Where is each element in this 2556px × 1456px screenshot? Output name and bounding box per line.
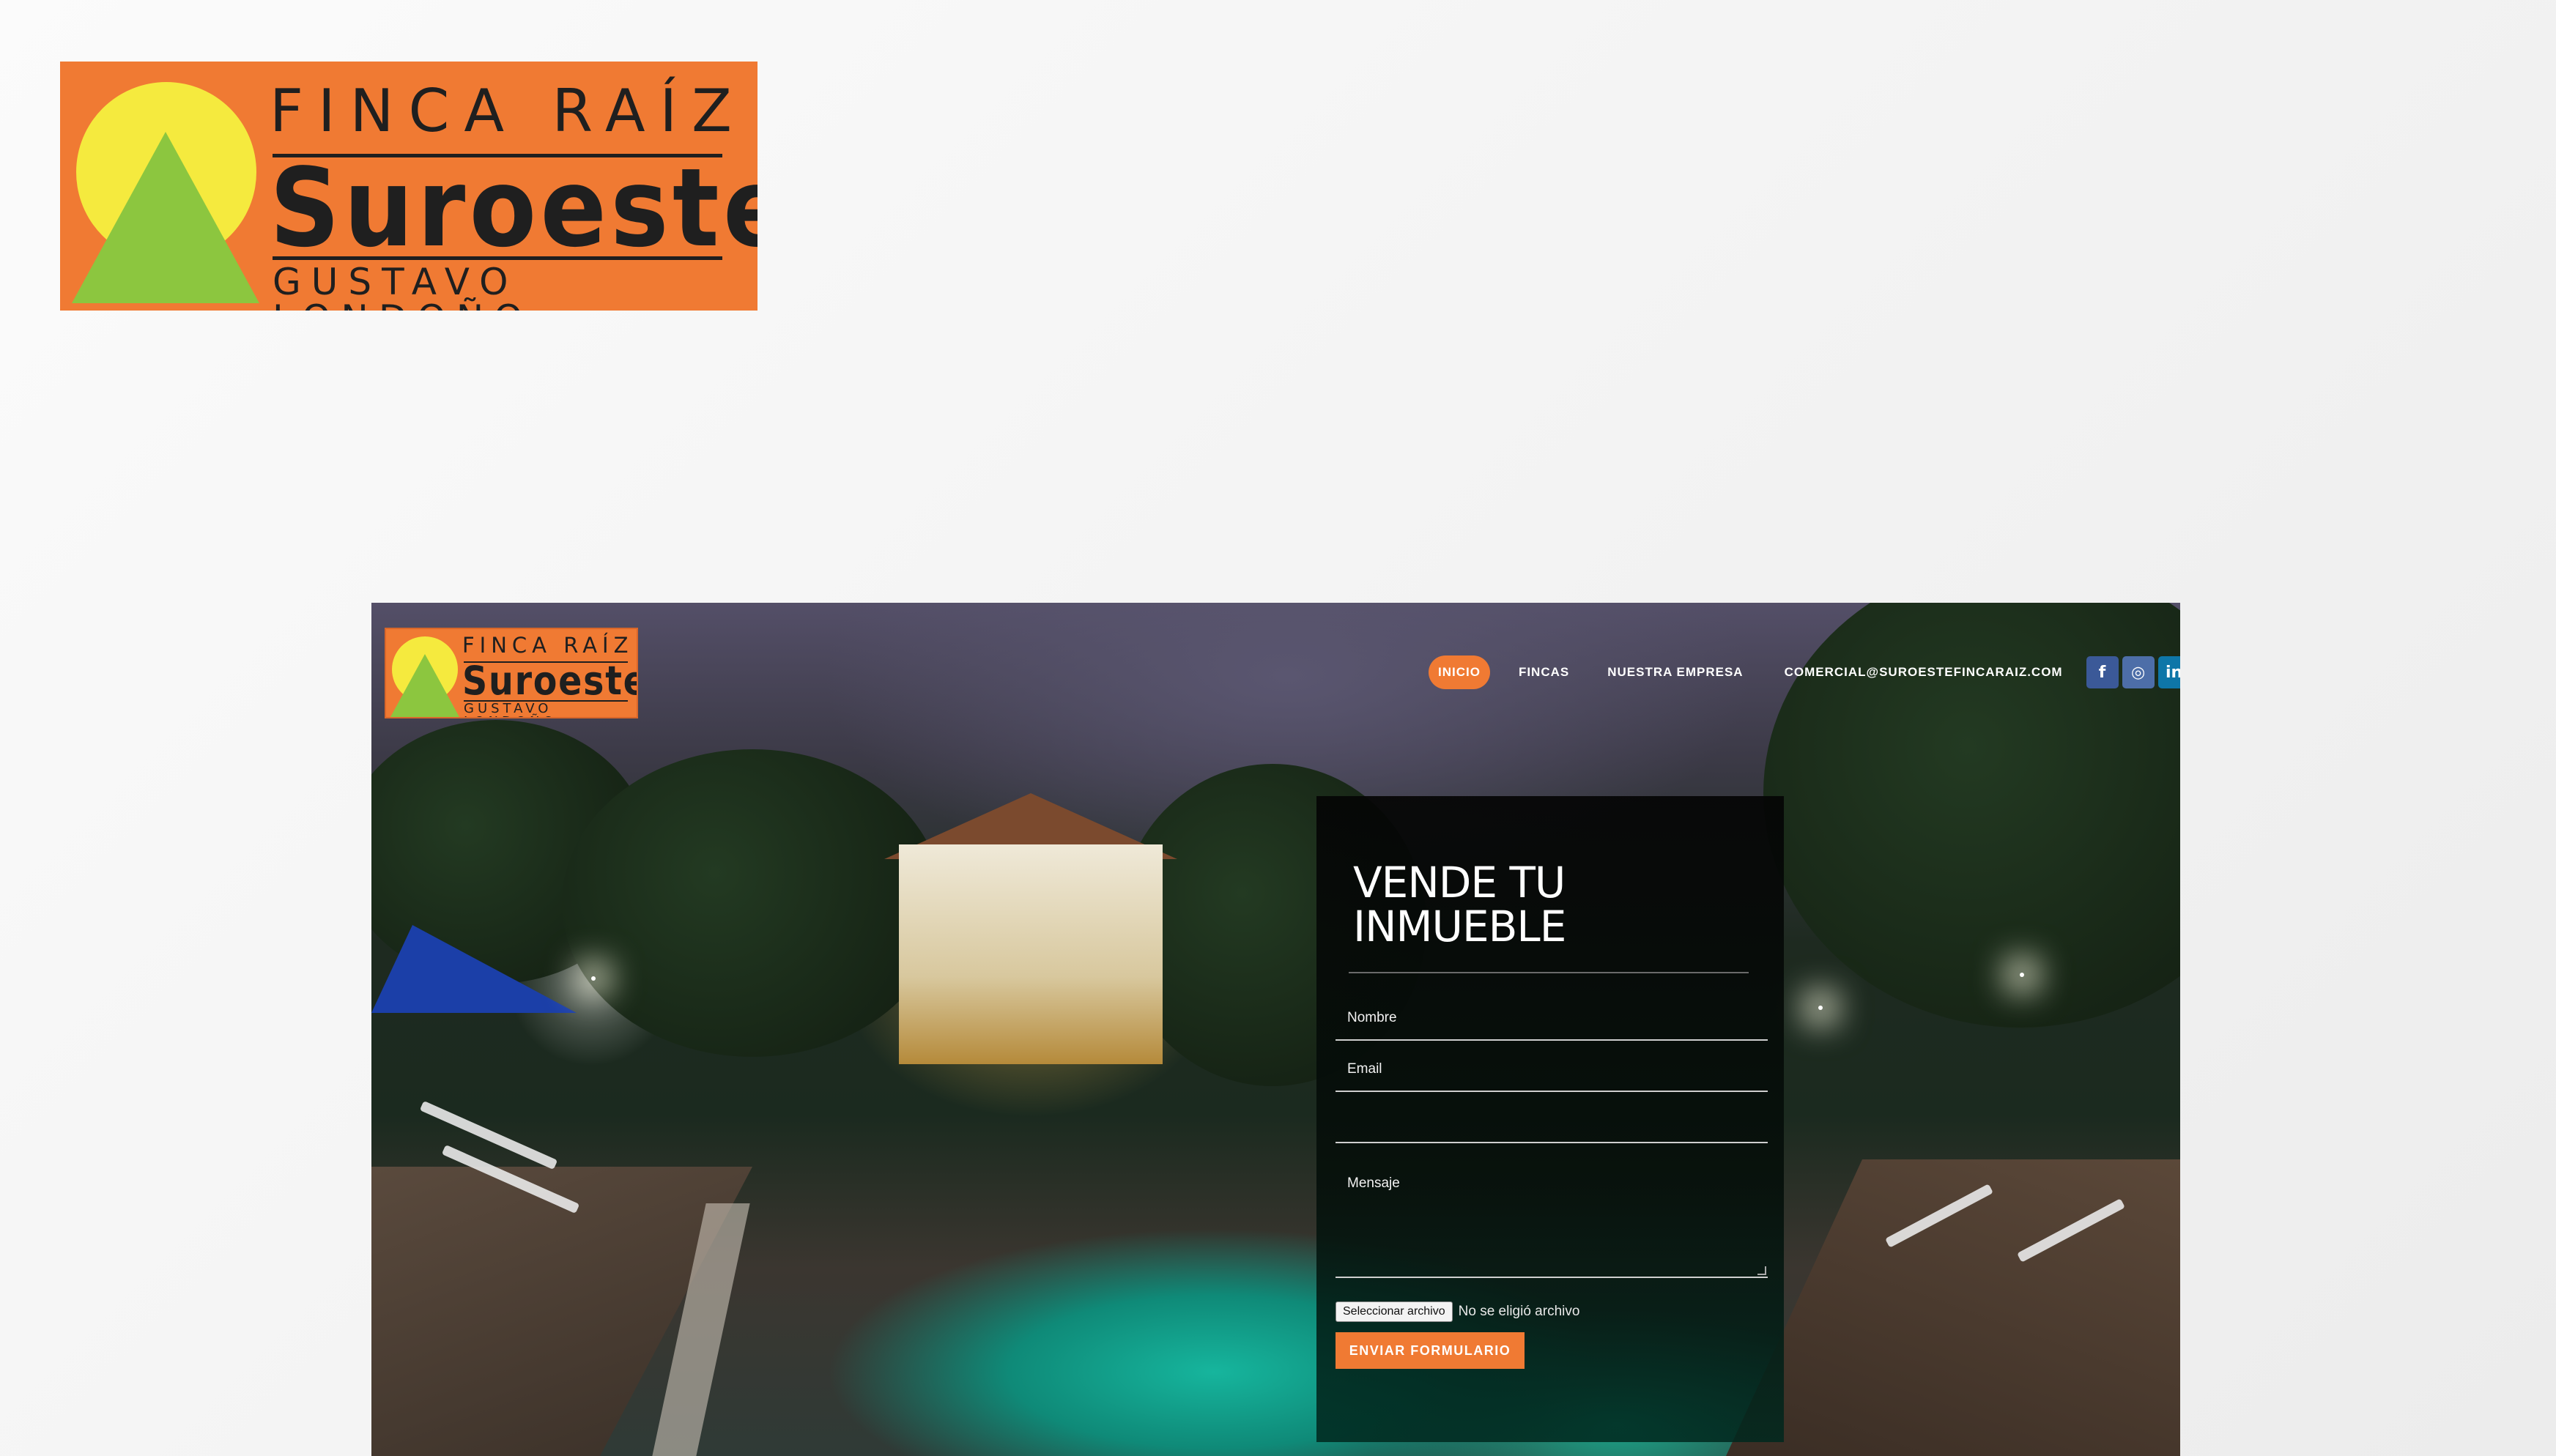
email-field[interactable]: Email [1336,1044,1768,1092]
scene-light [1818,1006,1823,1010]
instagram-icon[interactable]: ◎ [2122,656,2155,688]
scene-light [591,976,596,981]
resize-handle-icon[interactable] [1757,1266,1766,1275]
site-logo-line-2: Suroeste [462,658,638,704]
form-title: VENDE TU INMUEBLE [1353,858,1566,951]
website-preview: FINCA RAÍZ Suroeste GUSTAVO LONDOÑO INIC… [371,603,2180,1456]
social-links: f ◎ in [2083,656,2180,688]
file-status: No se eligió archivo [1458,1304,1580,1319]
linkedin-icon[interactable]: in [2157,656,2180,688]
name-placeholder: Nombre [1347,1010,1397,1025]
scene-house [899,844,1163,1064]
brand-logo-large: FINCA RAÍZ Suroeste GUSTAVO LONDOÑO [60,62,757,311]
triangle-shape [390,654,459,717]
triangle-shape [72,132,259,303]
extra-field[interactable] [1336,1095,1768,1143]
logo-line-1: FINCA RAÍZ [270,77,747,145]
scene-light [2020,973,2024,977]
message-placeholder: Mensaje [1347,1175,1400,1191]
choose-file-button[interactable]: Seleccionar archivo [1336,1301,1453,1322]
file-upload-row: Seleccionar archivo No se eligió archivo [1336,1300,1579,1323]
nav-item-fincas[interactable]: FINCAS [1509,655,1579,689]
site-logo-line-3: GUSTAVO LONDOÑO [464,701,554,718]
facebook-icon[interactable]: f [2086,656,2119,688]
nav-item-nuestra-empresa[interactable]: NUESTRA EMPRESA [1598,655,1752,689]
title-divider [1349,972,1749,973]
nav-item-email[interactable]: COMERCIAL@SUROESTEFINCARAIZ.COM [1775,655,2072,689]
message-field[interactable]: Mensaje [1336,1154,1768,1278]
main-nav: INICIO FINCAS NUESTRA EMPRESA COMERCIAL@… [1429,655,2180,689]
nav-item-inicio[interactable]: INICIO [1429,655,1490,689]
sell-property-form: VENDE TU INMUEBLE Nombre Email Mensaje S… [1316,796,1784,1442]
email-placeholder: Email [1347,1061,1382,1077]
submit-button[interactable]: ENVIAR FORMULARIO [1336,1332,1525,1369]
site-logo-line-1: FINCA RAÍZ [462,633,634,658]
logo-rule-bottom [273,256,722,260]
site-logo[interactable]: FINCA RAÍZ Suroeste GUSTAVO LONDOÑO [385,628,638,718]
logo-line-3: GUSTAVO LONDOÑO [273,261,522,311]
name-field[interactable]: Nombre [1336,992,1768,1041]
logo-line-2: Suroeste [270,145,757,271]
scene-lounger [419,1100,558,1170]
